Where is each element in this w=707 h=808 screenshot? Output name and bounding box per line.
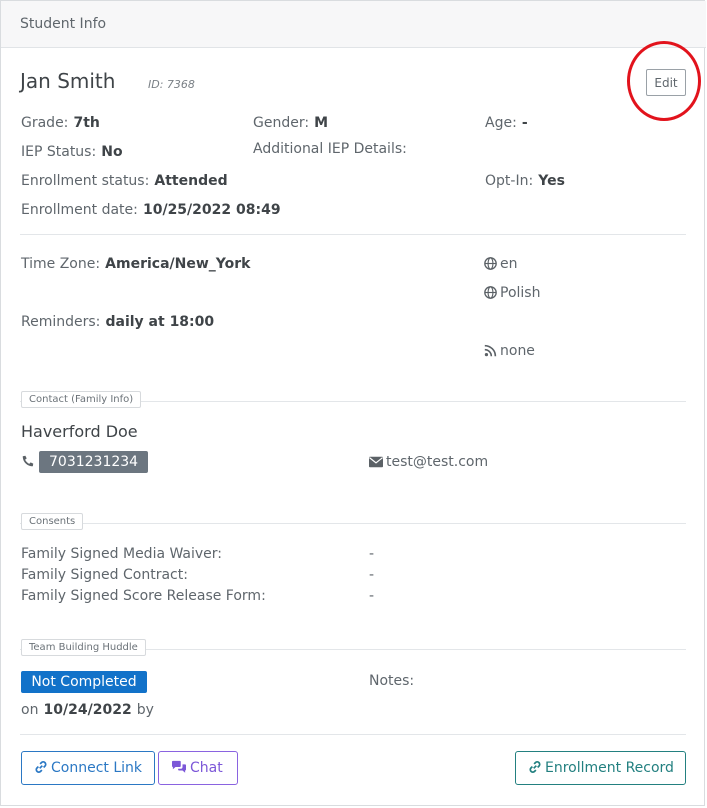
envelope-icon [369,456,383,468]
student-info-card: Student Info Jan Smith ID: 7368 Edit Gra… [0,0,706,806]
chat-button[interactable]: Chat [158,751,238,785]
huddle-status-badge: Not Completed [21,671,147,693]
enrollment-status-field: Enrollment status: Attended [21,170,228,189]
divider [20,234,686,235]
timezone-field: Time Zone: America/New_York [21,253,250,272]
contact-name: Haverford Doe [21,422,138,441]
timezone-value: America/New_York [105,256,251,272]
contact-legend: Contact (Family Info) [21,391,142,408]
enrollment-date-value: 10/25/2022 08:49 [142,202,281,218]
huddle-on-prefix: on [21,702,39,718]
gender-field: Gender: M [253,112,328,131]
huddle-date-field: on 10/24/2022 by [21,699,154,718]
huddle-notes-label: Notes: [369,673,415,689]
age-value: - [521,115,528,131]
reminders-label: Reminders: [21,314,101,330]
huddle-by: by [136,702,154,718]
student-name: Jan Smith [20,69,116,93]
consents-legend: Consents [21,513,84,530]
student-id: ID: 7368 [148,78,195,91]
consent-value-media: - [369,546,375,562]
consents-divider [20,523,686,524]
grade-field: Grade: 7th [21,112,100,131]
timezone-label: Time Zone: [21,256,101,272]
iep-value: No [101,144,123,160]
feed-value: none [500,343,535,359]
grade-label: Grade: [21,115,69,131]
iep-label: IEP Status: [21,144,97,160]
huddle-date: 10/24/2022 [43,702,132,718]
consent-label-score-release: Family Signed Score Release Form: [21,588,266,604]
email-value: test@test.com [386,454,489,470]
enrollment-date-field: Enrollment date: 10/25/2022 08:49 [21,199,281,218]
connect-link-label: Connect Link [51,760,143,776]
gender-label: Gender: [253,115,310,131]
optin-field: Opt-In: Yes [485,170,565,189]
age-field: Age: - [485,112,528,131]
link-icon [35,761,47,773]
age-label: Age: [485,115,517,131]
card-title: Student Info [20,16,107,32]
consent-label-contract: Family Signed Contract: [21,567,188,583]
gender-value: M [314,115,329,131]
iep-field: IEP Status: No [21,141,123,160]
language-primary-value: en [500,256,518,272]
enrollment-date-label: Enrollment date: [21,202,138,218]
phone-icon [22,455,34,467]
email-field[interactable]: test@test.com [369,451,488,470]
link-icon [529,761,541,773]
card-header: Student Info [1,1,706,48]
rss-icon [484,344,497,357]
enrollment-status-label: Enrollment status: [21,173,150,189]
language-secondary-value: Polish [500,285,541,301]
feed-field: none [484,340,535,359]
reminders-value: daily at 18:00 [105,314,215,330]
consent-label-media: Family Signed Media Waiver: [21,546,223,562]
consent-value-contract: - [369,567,375,583]
footer-divider [20,734,686,735]
optin-label: Opt-In: [485,173,534,189]
language-primary: en [484,253,518,272]
optin-value: Yes [538,173,565,189]
enrollment-record-button[interactable]: Enrollment Record [515,751,686,785]
huddle-legend: Team Building Huddle [21,639,146,656]
chat-label: Chat [190,760,223,776]
enrollment-status-value: Attended [154,173,228,189]
globe-icon [484,257,497,270]
annotation-circle [627,41,701,121]
consent-value-score-release: - [369,588,375,604]
iep-details-label: Additional IEP Details: [253,141,407,157]
phone-badge[interactable]: 7031231234 [39,451,149,473]
globe-icon [484,286,497,299]
language-secondary: Polish [484,282,540,301]
connect-link-button[interactable]: Connect Link [21,751,155,785]
chat-icon [172,760,186,773]
grade-value: 7th [73,115,100,131]
reminders-field: Reminders: daily at 18:00 [21,311,214,330]
enrollment-record-label: Enrollment Record [545,760,674,776]
